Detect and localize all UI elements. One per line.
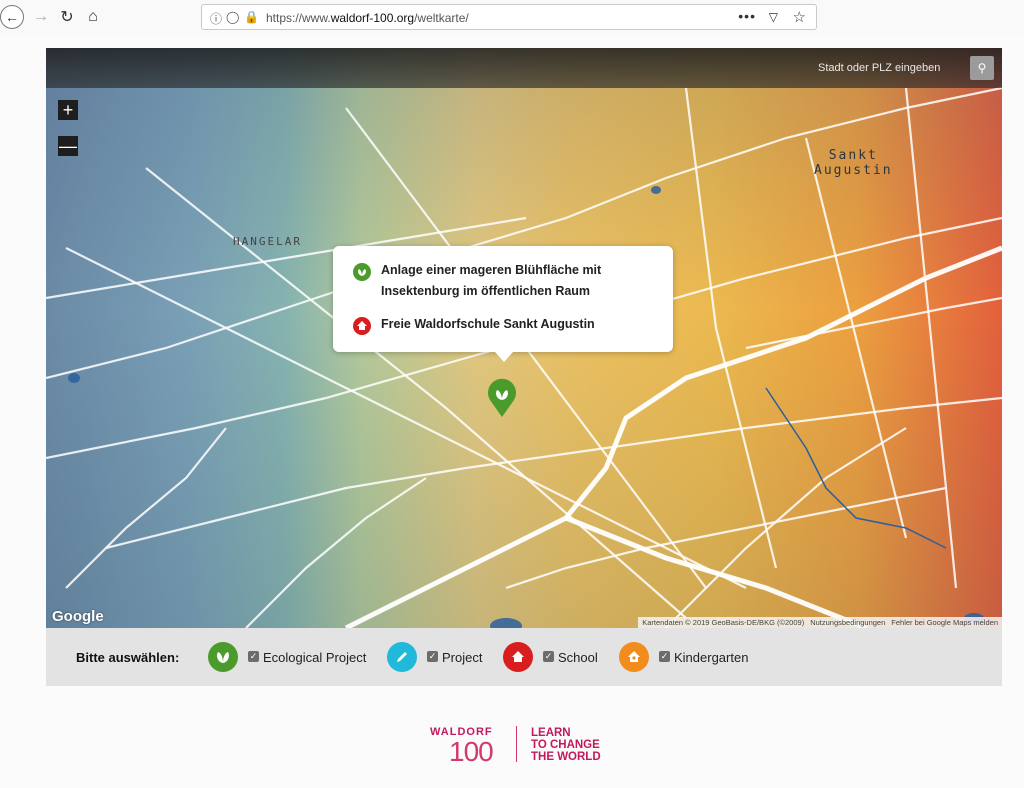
school-icon[interactable] <box>503 642 533 672</box>
bookmark-star-icon[interactable]: ☆ <box>793 8 806 26</box>
back-button[interactable]: ← <box>0 5 24 29</box>
place-label-hangelar: HANGELAR <box>233 235 302 248</box>
filter-label[interactable]: Project <box>442 650 482 665</box>
forward-button[interactable]: → <box>32 5 50 29</box>
location-search: ⚲ <box>814 56 994 80</box>
url-text[interactable]: https://www.waldorf-100.org/weltkarte/ <box>266 11 469 25</box>
popup-entry-title[interactable]: Freie Waldorfschule Sankt Augustin <box>381 314 661 335</box>
popup-entry-title[interactable]: Anlage einer mageren Blühfläche mit Inse… <box>381 260 661 302</box>
house-icon[interactable] <box>619 642 649 672</box>
info-icon[interactable]: ⓘ <box>210 10 222 27</box>
project-checkbox[interactable]: ✓ <box>427 651 438 662</box>
terms-link[interactable]: Nutzungsbedingungen <box>810 618 885 627</box>
ecological-project-checkbox[interactable]: ✓ <box>248 651 259 662</box>
search-icon: ⚲ <box>977 61 987 75</box>
tracking-shield-icon[interactable]: ◯ <box>226 10 239 24</box>
browser-toolbar: ← → ↻ ⌂ ⓘ ◯ 🔒 https://www.waldorf-100.or… <box>0 0 1024 34</box>
leaf-icon[interactable] <box>208 642 238 672</box>
pencil-icon[interactable] <box>387 642 417 672</box>
map-attribution: Kartendaten © 2019 GeoBasis-DE/BKG (©200… <box>638 617 1002 628</box>
school-icon <box>353 317 371 335</box>
zoom-out-button[interactable]: — <box>58 136 78 156</box>
lock-icon[interactable]: 🔒 <box>244 10 259 24</box>
category-filter-bar: Bitte auswählen: ✓ Ecological Project ✓ … <box>46 628 1002 686</box>
school-checkbox[interactable]: ✓ <box>543 651 554 662</box>
filter-label[interactable]: Ecological Project <box>263 650 366 665</box>
leaf-icon <box>353 263 371 281</box>
marker-popup: Anlage einer mageren Blühfläche mit Inse… <box>333 246 673 362</box>
report-error-link[interactable]: Fehler bei Google Maps melden <box>891 618 998 627</box>
world-map[interactable]: ⚲ + — HANGELAR Sankt Augustin Anlage ein… <box>46 48 1002 628</box>
map-pin-icon <box>488 378 516 417</box>
filter-label[interactable]: School <box>558 650 598 665</box>
reload-button[interactable]: ↻ <box>58 5 76 29</box>
map-search-bar: ⚲ <box>46 48 1002 88</box>
place-label-sankt-augustin: Sankt Augustin <box>814 148 893 178</box>
map-data-credit: Kartendaten © 2019 GeoBasis-DE/BKG (©200… <box>642 618 805 627</box>
brand-divider <box>516 726 517 762</box>
zoom-in-button[interactable]: + <box>58 100 78 120</box>
location-search-input[interactable] <box>814 56 966 80</box>
brand-tagline: LEARN TO CHANGE THE WORLD <box>531 727 601 763</box>
map-marker-ecological[interactable] <box>486 374 518 418</box>
filter-title: Bitte auswählen: <box>76 650 180 665</box>
search-button[interactable]: ⚲ <box>970 56 994 80</box>
url-bar[interactable]: ⓘ ◯ 🔒 https://www.waldorf-100.org/weltka… <box>201 4 817 30</box>
home-button[interactable]: ⌂ <box>84 5 102 29</box>
page-actions-menu-icon[interactable]: ••• <box>738 8 756 24</box>
logo-number: 100 <box>449 736 494 767</box>
google-logo: Google <box>52 608 104 625</box>
kindergarten-checkbox[interactable]: ✓ <box>659 651 670 662</box>
pocket-icon[interactable]: ▽ <box>769 10 778 24</box>
filter-label[interactable]: Kindergarten <box>674 650 748 665</box>
